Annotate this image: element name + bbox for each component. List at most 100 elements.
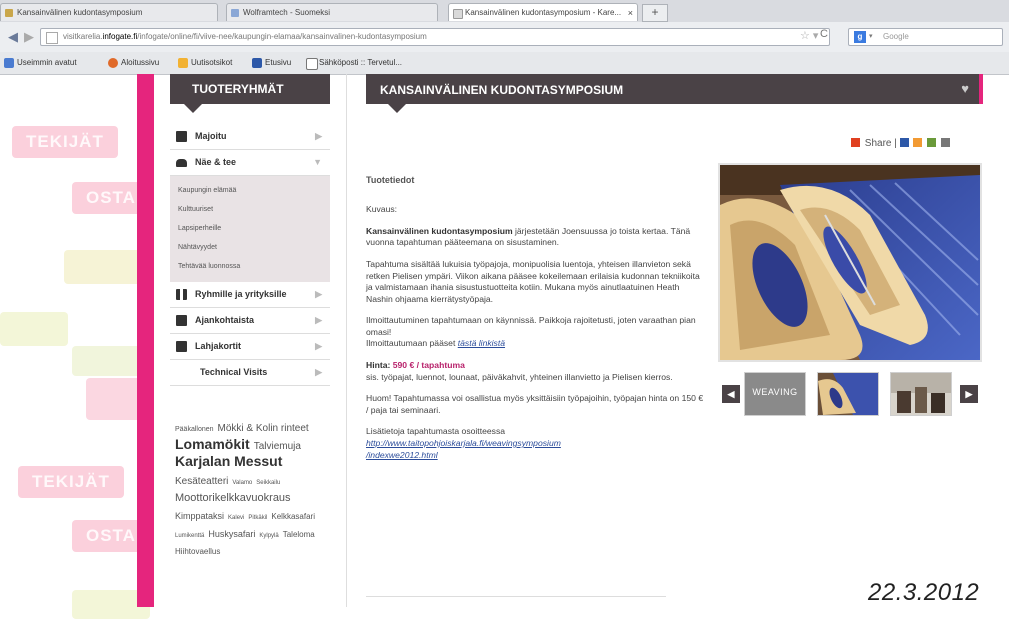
intro-paragraph: Kansainvälinen kudontasymposium järjeste… <box>366 225 691 248</box>
tag-link[interactable]: Lumikenttä <box>175 533 204 540</box>
registration-link[interactable]: tästä linkistä <box>458 338 505 348</box>
google-icon: g <box>854 31 866 43</box>
tag-link[interactable]: Lomamökit <box>175 436 250 452</box>
chevron-down-icon: ▼ <box>313 157 322 167</box>
url-bar[interactable]: visitkarelia.infogate.fi/infogate/online… <box>40 28 830 46</box>
tag-link[interactable]: Huskysafari <box>208 529 255 540</box>
subcategory-item[interactable]: Kulttuuriset <box>170 200 330 219</box>
tag-link[interactable]: Kalevi <box>228 515 244 522</box>
note-paragraph: Huom! Tapahtumassa voi osallistua myös y… <box>366 393 704 415</box>
thumb-photo <box>891 373 951 413</box>
bookmark-item[interactable]: Uutisotsikot <box>178 52 232 74</box>
bookmark-item[interactable]: Aloitussivu <box>108 52 159 74</box>
gallery-prev-button[interactable]: ◀ <box>722 385 740 403</box>
more-info-link[interactable]: http://www.taitopohjoiskarjala.fi/weavin… <box>366 438 561 460</box>
browser-nav-bar: ◀ ▶ visitkarelia.infogate.fi/infogate/on… <box>0 22 1009 53</box>
category-item-majoitu[interactable]: Majoitu ▶ <box>170 124 330 150</box>
gift-icon <box>176 341 187 352</box>
calendar-icon <box>176 315 187 326</box>
page-title: KANSAINVÄLINEN KUDONTASYMPOSIUM <box>380 83 624 97</box>
gallery-next-button[interactable]: ▶ <box>960 385 978 403</box>
tag-link[interactable]: Kelkkasafari <box>271 512 315 522</box>
price-paragraph: Hinta: 590 € / tapahtuma sis. työpajat, l… <box>366 360 673 382</box>
category-item-ryhmille[interactable]: Ryhmille ja yrityksille ▶ <box>170 282 330 308</box>
gallery-thumb-2[interactable] <box>817 372 879 416</box>
background-ghost-shape <box>0 312 68 346</box>
chevron-down-icon[interactable]: ▾ <box>869 29 873 45</box>
background-ghost-shape <box>64 250 142 284</box>
page-title-header: KANSAINVÄLINEN KUDONTASYMPOSIUM ♥ <box>366 74 979 113</box>
tag-link[interactable]: Pitkäkil <box>248 515 267 522</box>
tag-link[interactable]: Taleloma <box>283 530 315 540</box>
weaving-photo <box>720 165 980 360</box>
bookmarks-bar: Useimmin avatut Aloitussivu Uutisotsikot… <box>0 52 1009 75</box>
favicon-icon <box>453 9 463 19</box>
bookmark-star-icon[interactable]: ☆ ▾ <box>800 29 818 42</box>
subcategory-item[interactable]: Nähtävyydet <box>170 238 330 257</box>
forward-icon[interactable]: ▶ <box>20 28 38 46</box>
category-item-technical-visits[interactable]: Technical Visits ▶ <box>170 360 330 386</box>
product-description: Tuotetiedot Kuvaus: Kansainvälinen kudon… <box>366 174 706 471</box>
page-icon <box>46 32 58 44</box>
favicon-icon <box>231 9 239 17</box>
share-link[interactable]: Share | <box>865 138 897 149</box>
category-item-ajankohtaista[interactable]: Ajankohtaista ▶ <box>170 308 330 334</box>
firefox-icon <box>108 58 118 68</box>
category-item-nae-tee[interactable]: Näe & tee ▼ <box>170 150 330 176</box>
reload-icon[interactable]: C <box>820 28 828 40</box>
tag-link[interactable]: Talviemuja <box>254 441 301 452</box>
share-toolbar: Share | <box>851 138 952 149</box>
subcategory-item[interactable]: Kaupungin elämää <box>170 181 330 200</box>
browser-tab-2[interactable]: Wolframtech - Suomeksi <box>226 3 438 21</box>
product-groups-header: TUOTERYHMÄT <box>170 74 330 113</box>
background-ghost-label: TEKIJÄT <box>12 126 118 158</box>
facebook-icon <box>252 58 262 68</box>
tag-link[interactable]: Moottorikelkkavuokraus <box>175 492 291 504</box>
browser-tab-3-active[interactable]: Kansainvälinen kudontasymposium - Kare..… <box>448 3 638 21</box>
thumb-photo <box>818 373 878 415</box>
chevron-right-icon: ▶ <box>315 131 322 141</box>
tag-link[interactable]: Valamo <box>232 480 252 487</box>
browser-tab-bar: Kansainvälinen kudontasymposium Wolframt… <box>0 0 1009 23</box>
search-input[interactable]: g ▾ Google <box>848 28 1003 46</box>
gallery-thumb-1[interactable]: WEAVING <box>744 372 806 416</box>
accent-stripe <box>137 74 154 607</box>
bookmark-item[interactable]: Etusivu <box>252 52 291 74</box>
more-info-paragraph: Lisätietoja tapahtumasta osoitteessa http… <box>366 426 561 460</box>
print-icon[interactable] <box>940 138 950 147</box>
bookmark-item[interactable]: Sähköposti :: Tervetul... <box>306 52 402 74</box>
tag-link[interactable]: Kylpylä <box>259 533 278 540</box>
share-icon[interactable] <box>851 138 860 147</box>
subcategory-item[interactable]: Lapsiperheille <box>170 219 330 238</box>
header-notch <box>184 104 202 113</box>
heart-icon[interactable]: ♥ <box>961 81 969 96</box>
tag-link[interactable]: Karjalan Messut <box>175 453 282 469</box>
tag-link[interactable]: Hiihtovaellus <box>175 547 220 557</box>
tag-link[interactable]: Kesäteatteri <box>175 476 228 487</box>
category-item-lahjakortit[interactable]: Lahjakortit ▶ <box>170 334 330 360</box>
subcategory-item[interactable]: Tehtävää luonnossa <box>170 257 330 276</box>
tag-link[interactable]: Seikkailu <box>256 480 280 487</box>
tag-link[interactable]: Mökki & Kolin rinteet <box>218 423 309 434</box>
content-divider <box>366 596 666 597</box>
car-icon <box>176 159 187 167</box>
new-tab-button[interactable]: + <box>642 4 668 22</box>
tag-cloud: Pääkallonen Mökki & Kolin rinteet Lomamöki… <box>175 418 337 559</box>
email-icon[interactable] <box>927 138 937 147</box>
close-tab-icon[interactable]: × <box>628 4 633 21</box>
rss-icon <box>178 58 188 68</box>
product-image[interactable] <box>718 163 982 362</box>
subcategory-list: Kaupungin elämää Kulttuuriset Lapsiperhe… <box>170 176 330 282</box>
tag-link[interactable]: Pääkallonen <box>175 426 214 434</box>
chevron-right-icon: ▶ <box>315 315 322 325</box>
facebook-icon[interactable] <box>899 138 909 147</box>
tag-link[interactable]: Kimppataksi <box>175 511 224 522</box>
header-accent <box>979 74 983 104</box>
description-label: Kuvaus: <box>366 204 398 215</box>
category-menu: Majoitu ▶ Näe & tee ▼ Kaupungin elämää K… <box>170 124 330 386</box>
people-icon <box>176 289 187 300</box>
gallery-thumb-3[interactable] <box>890 372 952 416</box>
bookmark-icon[interactable] <box>913 138 923 147</box>
browser-tab-1[interactable]: Kansainvälinen kudontasymposium <box>0 3 218 21</box>
bookmark-item[interactable]: Useimmin avatut <box>4 52 77 74</box>
